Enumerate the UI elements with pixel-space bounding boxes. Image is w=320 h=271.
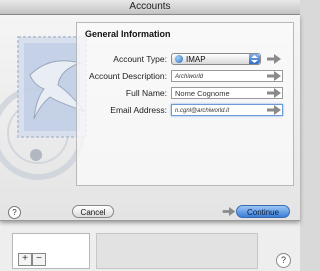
window-title: Accounts <box>129 1 171 12</box>
account-type-row: Account Type: IMAP <box>77 53 293 67</box>
full-name-label: Full Name: <box>125 88 167 98</box>
account-details-area <box>96 233 258 269</box>
arrow-icon <box>267 105 281 115</box>
arrow-icon <box>267 88 281 98</box>
stepper-arrows-icon <box>249 54 260 64</box>
section-title: General Information <box>85 29 171 39</box>
account-type-value: IMAP <box>186 55 206 64</box>
arrow-icon <box>267 54 281 64</box>
account-description-row: Account Description: Archiworld <box>77 70 293 84</box>
arrow-icon <box>222 207 236 216</box>
general-information-panel: General Information Account Type: IMAP A… <box>76 22 294 186</box>
help-button[interactable]: ? <box>8 206 21 219</box>
arrow-icon <box>267 71 281 81</box>
full-name-row: Full Name: Nome Cognome <box>77 87 293 101</box>
account-description-label: Account Description: <box>89 71 167 81</box>
email-address-row: Email Address: n.cgnl@archiworld.it <box>77 104 293 118</box>
add-account-button[interactable]: + <box>18 253 32 266</box>
account-type-label: Account Type: <box>113 54 167 64</box>
background-help-button[interactable]: ? <box>276 253 291 268</box>
new-account-sheet: General Information Account Type: IMAP A… <box>0 15 300 221</box>
account-type-select[interactable]: IMAP <box>171 53 261 65</box>
title-bar: Accounts <box>0 0 300 15</box>
email-address-label: Email Address: <box>110 105 167 115</box>
continue-button[interactable]: Continue <box>236 205 290 218</box>
globe-icon <box>175 55 183 63</box>
remove-account-button[interactable]: − <box>32 253 46 266</box>
cancel-button[interactable]: Cancel <box>72 205 114 218</box>
